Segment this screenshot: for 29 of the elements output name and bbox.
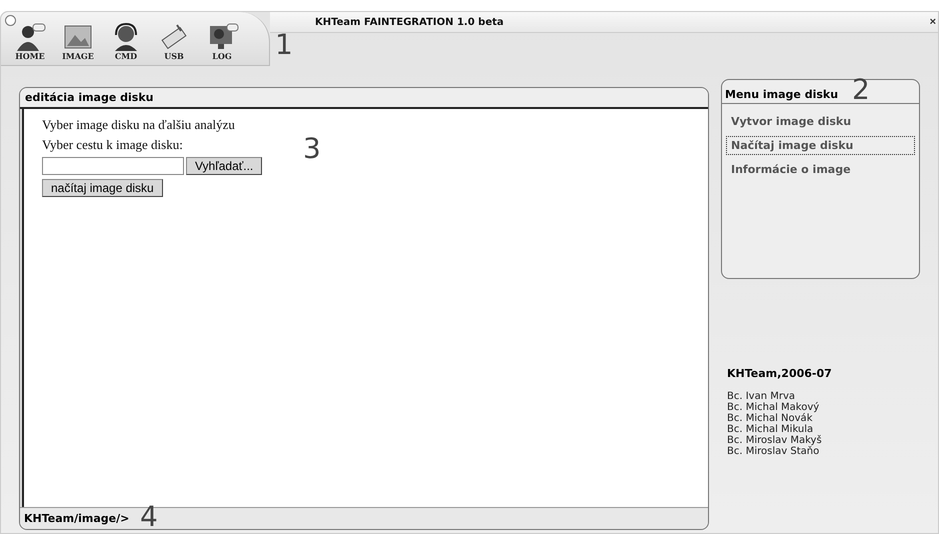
toolbar-button[interactable]: HOME (7, 23, 53, 61)
author-name: Bc. Michal Makový (727, 402, 820, 413)
toolbar-button[interactable]: CMD (103, 23, 149, 61)
annotation-number: 2 (852, 76, 870, 104)
window-menu-icon[interactable] (5, 15, 16, 26)
intro-text: Vyber image disku na ďalšiu analýzu (42, 117, 235, 133)
annotation-number: 3 (303, 135, 321, 163)
close-button[interactable]: × (930, 16, 936, 28)
author-name: Bc. Michal Novák (727, 413, 814, 424)
toolbar-button[interactable]: LOG (199, 23, 245, 61)
author-name: Bc. Michal Mikula (727, 424, 814, 435)
toolbar-button[interactable]: IMAGE (55, 23, 101, 61)
annotation-number: 4 (140, 503, 158, 531)
annotation-number: 1 (275, 31, 293, 59)
command-prompt: KHTeam/image/> (24, 512, 130, 525)
author-name: Bc. Miroslav Makyš (727, 435, 823, 446)
credits-title: KHTeam,2006-07 (727, 367, 833, 380)
load-image-button[interactable]: načítaj image disku (42, 179, 163, 197)
panel-title: editácia image disku (20, 88, 708, 109)
author-name: Bc. Ivan Mrva (727, 391, 796, 402)
author-name: Bc. Miroslav Staňo (727, 446, 820, 457)
window-title: KHTeam FAINTEGRATION 1.0 beta (315, 16, 504, 28)
path-input-field[interactable] (42, 157, 184, 175)
menu-item[interactable]: Vytvor image disku (726, 112, 915, 131)
browse-button[interactable]: Vyhľadať... (186, 157, 262, 175)
toolbar-button[interactable]: USB (151, 23, 197, 61)
menu-item[interactable]: Načítaj image disku (726, 136, 915, 155)
menu-item[interactable]: Informácie o image (726, 160, 915, 179)
path-label: Vyber cestu k image disku: (42, 137, 183, 153)
